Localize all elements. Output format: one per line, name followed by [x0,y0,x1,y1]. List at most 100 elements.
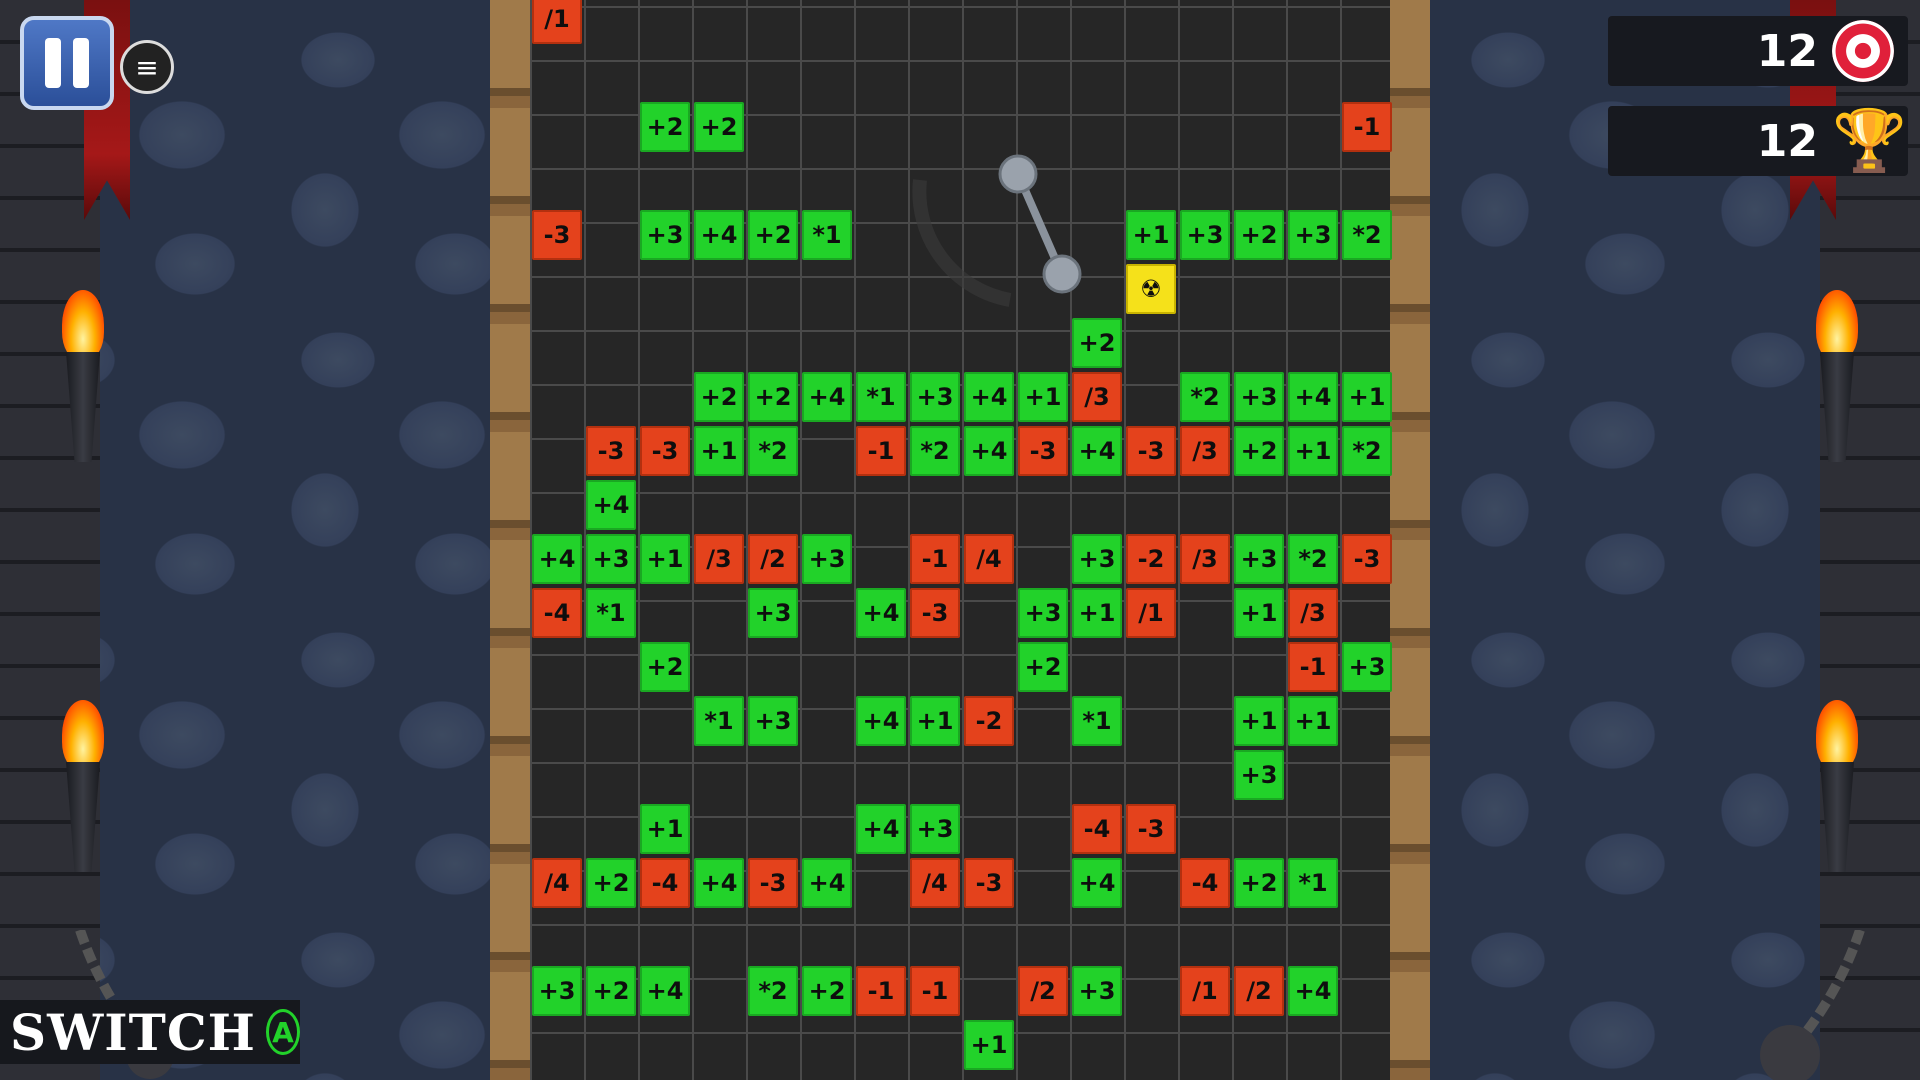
penalty-tile: /4 [910,858,960,908]
bonus-tile: +2 [586,966,636,1016]
penalty-tile: /4 [964,534,1014,584]
penalty-tile: -3 [748,858,798,908]
penalty-tile: /3 [1072,372,1122,422]
penalty-tile: -4 [1180,858,1230,908]
bonus-tile: +4 [1288,372,1338,422]
bonus-tile: *1 [1288,858,1338,908]
bonus-tile: +4 [1288,966,1338,1016]
penalty-tile: -2 [964,696,1014,746]
target-icon [1832,20,1894,82]
bonus-tile: *1 [856,372,906,422]
bonus-tile: +1 [640,804,690,854]
bonus-tile: *1 [586,588,636,638]
pause-icon [73,38,89,88]
bonus-tile: *2 [910,426,960,476]
penalty-tile: /3 [1288,588,1338,638]
trophy-counter-panel: 12 🏆 [1608,106,1908,176]
switch-label: SWITCH [10,1002,256,1062]
bonus-tile: +4 [532,534,582,584]
trophy-icon: 🏆 [1832,106,1907,176]
penalty-tile: -3 [640,426,690,476]
penalty-tile: -3 [1126,426,1176,476]
penalty-tile: /1 [532,0,582,44]
a-button-icon[interactable]: A [265,1009,300,1055]
trophy-count: 12 [1756,115,1818,167]
bonus-tile: +4 [856,804,906,854]
bonus-tile: +3 [1234,534,1284,584]
penalty-tile: -4 [532,588,582,638]
bonus-tile: +3 [748,588,798,638]
bonus-tile: +4 [694,858,744,908]
chain-mace-right-icon [1760,930,1865,1080]
penalty-tile: -1 [910,966,960,1016]
bonus-tile: +3 [1018,588,1068,638]
bonus-tile: *2 [1180,372,1230,422]
bonus-tile: *2 [1342,210,1392,260]
bonus-tile: +1 [964,1020,1014,1070]
bonus-tile: *2 [1342,426,1392,476]
penalty-tile: /2 [748,534,798,584]
spiked-flail-icon[interactable] [900,140,1100,320]
board-rail-right [1390,0,1430,1080]
bonus-tile: +3 [910,804,960,854]
penalty-tile: -2 [1126,534,1176,584]
penalty-tile: -1 [1342,102,1392,152]
torch-icon [1802,700,1872,900]
penalty-tile: /2 [1018,966,1068,1016]
radiation-hazard-tile: ☢ [1126,264,1176,314]
bonus-tile: +4 [640,966,690,1016]
bonus-tile: +3 [1234,750,1284,800]
torch-icon [48,700,118,900]
bonus-tile: *1 [694,696,744,746]
bonus-tile: +1 [910,696,960,746]
bonus-tile: +1 [1342,372,1392,422]
bonus-tile: +1 [1234,696,1284,746]
bonus-tile: +4 [802,372,852,422]
bonus-tile: +1 [1126,210,1176,260]
bonus-tile: +2 [1072,318,1122,368]
board-rail-left [490,0,530,1080]
bonus-tile: *1 [1072,696,1122,746]
bonus-tile: *2 [1288,534,1338,584]
bonus-tile: +3 [1072,534,1122,584]
bonus-tile: +3 [910,372,960,422]
bonus-tile: +2 [748,372,798,422]
penalty-tile: -3 [1018,426,1068,476]
menu-icon: ≡ [135,50,159,84]
penalty-tile: -1 [856,426,906,476]
penalty-tile: -4 [640,858,690,908]
penalty-tile: -1 [856,966,906,1016]
bonus-tile: +2 [1234,210,1284,260]
bonus-tile: +4 [694,210,744,260]
torch-icon [48,290,118,490]
penalty-tile: -3 [532,210,582,260]
penalty-tile: -1 [910,534,960,584]
bonus-tile: +1 [640,534,690,584]
bonus-tile: +1 [1072,588,1122,638]
bonus-tile: +4 [1072,858,1122,908]
bonus-tile: +3 [532,966,582,1016]
bonus-tile: +2 [1018,642,1068,692]
bonus-tile: *2 [748,426,798,476]
bonus-tile: +2 [586,858,636,908]
bonus-tile: +1 [1288,426,1338,476]
bonus-tile: +2 [802,966,852,1016]
penalty-tile: /3 [1180,534,1230,584]
pause-button[interactable] [20,16,114,110]
bonus-tile: +3 [802,534,852,584]
penalty-tile: -3 [586,426,636,476]
menu-button[interactable]: ≡ [120,40,174,94]
penalty-tile: /2 [1234,966,1284,1016]
penalty-tile: -3 [1342,534,1392,584]
bonus-tile: +2 [694,372,744,422]
bonus-tile: +2 [694,102,744,152]
bonus-tile: +2 [640,102,690,152]
bonus-tile: +4 [586,480,636,530]
penalty-tile: /1 [1180,966,1230,1016]
penalty-tile: -1 [1288,642,1338,692]
penalty-tile: -3 [964,858,1014,908]
bonus-tile: +3 [1342,642,1392,692]
bonus-tile: +4 [802,858,852,908]
switch-prompt[interactable]: SWITCH A [0,1000,300,1064]
bonus-tile: +3 [1072,966,1122,1016]
